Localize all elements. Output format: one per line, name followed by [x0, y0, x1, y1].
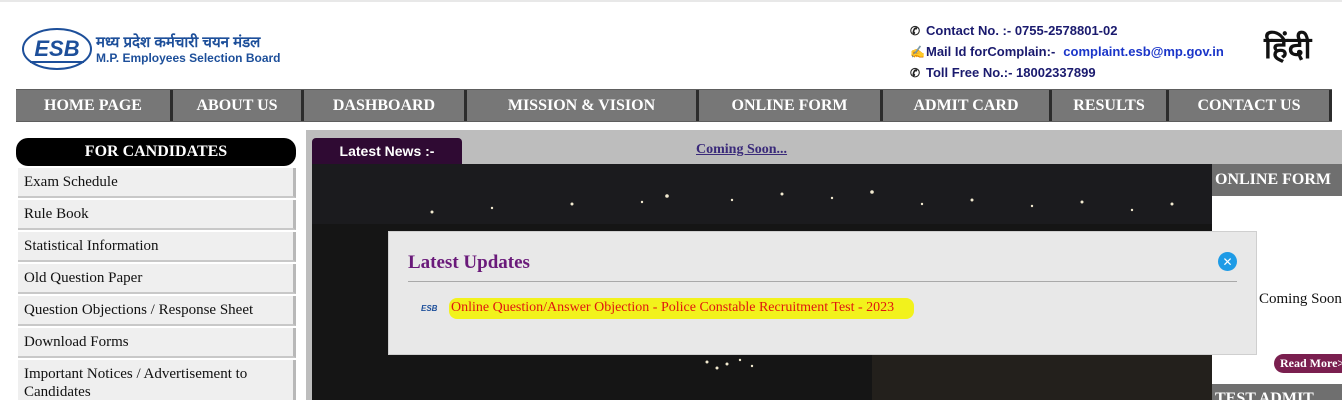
- nav-results[interactable]: RESULTS: [1052, 90, 1169, 121]
- nav-dashboard[interactable]: DASHBOARD: [304, 90, 467, 121]
- hindi-language-link[interactable]: हिंदी: [1264, 26, 1311, 67]
- sidebar-item-old-question-paper[interactable]: Old Question Paper: [18, 264, 296, 294]
- phone-icon: ✆: [910, 65, 921, 80]
- update-link-police-constable[interactable]: Online Question/Answer Objection - Polic…: [449, 298, 915, 319]
- main-nav: HOME PAGE ABOUT US DASHBOARD MISSION & V…: [16, 89, 1332, 122]
- sidebar-item-question-objections[interactable]: Question Objections / Response Sheet: [18, 296, 296, 326]
- contact-tollfree-row: ✆ Toll Free No.:- 18002337899: [910, 62, 1224, 83]
- contact-number: Contact No. :- 0755-2578801-02: [926, 23, 1118, 38]
- top-border: [0, 0, 1342, 2]
- complaint-email-link[interactable]: complaint.esb@mp.gov.in: [1063, 44, 1224, 59]
- modal-title: Latest Updates: [408, 252, 530, 273]
- sidebar-item-download-forms[interactable]: Download Forms: [18, 328, 296, 358]
- update-list-item: ESB Online Question/Answer Objection - P…: [421, 298, 915, 319]
- phone-icon: ✆: [910, 23, 921, 38]
- nav-admit-card[interactable]: ADMIT CARD: [883, 90, 1052, 121]
- sidebar-item-important-notices[interactable]: Important Notices / Advertisement to Can…: [18, 360, 296, 400]
- online-form-coming-soon: Coming Soon: [1259, 291, 1342, 307]
- latest-news-label: Latest News :-: [312, 138, 462, 164]
- close-icon[interactable]: ✕: [1218, 252, 1237, 271]
- esb-logo-icon: ESB: [421, 303, 438, 313]
- nav-online-form[interactable]: ONLINE FORM: [699, 90, 883, 121]
- sidebar-item-rule-book[interactable]: Rule Book: [18, 200, 296, 230]
- nav-about-us[interactable]: ABOUT US: [173, 90, 304, 121]
- read-more-button[interactable]: Read More>: [1274, 354, 1342, 373]
- logo-text-english: M.P. Employees Selection Board: [96, 50, 281, 65]
- latest-updates-modal: Latest Updates ✕ ESB Online Question/Ans…: [388, 231, 1257, 355]
- modal-divider: [408, 281, 1237, 282]
- page: ESB मध्य प्रदेश कर्मचारी चयन मंडल M.P. E…: [0, 0, 1342, 400]
- sidebar-item-statistical-information[interactable]: Statistical Information: [18, 232, 296, 262]
- esb-logo-icon: ESB: [22, 28, 92, 70]
- contact-phone-row: ✆ Contact No. :- 0755-2578801-02: [910, 20, 1224, 41]
- for-candidates-heading: FOR CANDIDATES: [16, 138, 296, 166]
- nav-home[interactable]: HOME PAGE: [16, 90, 173, 121]
- mail-label: Mail Id forComplain:-: [926, 44, 1056, 59]
- sidebar-item-exam-schedule[interactable]: Exam Schedule: [18, 168, 296, 198]
- svg-text:ESB: ESB: [34, 36, 79, 61]
- contact-mail-row: ✍ Mail Id forComplain:- complaint.esb@mp…: [910, 41, 1224, 62]
- logo-text: मध्य प्रदेश कर्मचारी चयन मंडल M.P. Emplo…: [96, 34, 281, 65]
- nav-mission-vision[interactable]: MISSION & VISION: [467, 90, 699, 121]
- site-logo[interactable]: ESB मध्य प्रदेश कर्मचारी चयन मंडल M.P. E…: [22, 28, 281, 70]
- logo-text-hindi: मध्य प्रदेश कर्मचारी चयन मंडल: [96, 33, 261, 51]
- candidate-menu: Exam Schedule Rule Book Statistical Info…: [18, 168, 296, 400]
- contact-info: ✆ Contact No. :- 0755-2578801-02 ✍ Mail …: [910, 20, 1224, 83]
- news-ticker-link[interactable]: Coming Soon...: [696, 142, 787, 158]
- mail-hand-icon: ✍: [910, 44, 925, 59]
- nav-contact-us[interactable]: CONTACT US: [1169, 90, 1332, 121]
- tollfree-number: Toll Free No.:- 18002337899: [926, 65, 1096, 80]
- online-form-heading: ONLINE FORM: [1212, 164, 1342, 196]
- test-admit-heading: TEST ADMIT: [1212, 384, 1342, 400]
